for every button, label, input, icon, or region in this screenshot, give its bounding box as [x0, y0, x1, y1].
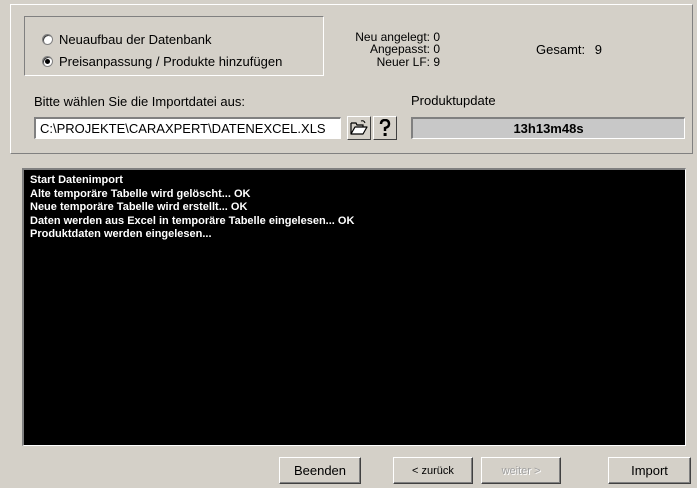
product-update-progress: 13h13m48s [411, 117, 685, 139]
product-update-label: Produktupdate [411, 93, 496, 108]
stat-total: Gesamt: 9 [536, 42, 602, 57]
stat-adjusted-value: 0 [433, 42, 441, 56]
log-line: Neue temporäre Tabelle wird erstellt... … [30, 201, 248, 213]
stat-total-value: 9 [594, 42, 602, 57]
stat-total-label: Gesamt: [536, 42, 586, 57]
log-line: Start Datenimport [30, 174, 123, 186]
exit-button[interactable]: Beenden [279, 457, 361, 484]
import-log-console[interactable]: Start Datenimport Alte temporäre Tabelle… [22, 168, 686, 446]
radio-price-adjustment[interactable]: Preisanpassung / Produkte hinzufügen [42, 52, 282, 70]
radio-price-label: Preisanpassung / Produkte hinzufügen [59, 53, 283, 69]
stat-newlf-label: Neuer LF: [376, 55, 430, 69]
browse-file-button[interactable] [347, 116, 371, 140]
help-button[interactable] [373, 116, 397, 140]
log-line: Daten werden aus Excel in temporäre Tabe… [30, 214, 355, 227]
radio-rebuild-database[interactable]: Neuaufbau der Datenbank [42, 30, 212, 48]
import-file-path-input[interactable]: C:\PROJEKTE\CARAXPERT\DATENEXCEL.XLS [34, 117, 341, 139]
import-button[interactable]: Import [608, 457, 691, 484]
radio-button[interactable] [42, 55, 53, 67]
stat-new-lf: Neuer LF: 9 [318, 56, 440, 68]
radio-rebuild-label: Neuaufbau der Datenbank [59, 31, 212, 47]
folder-open-icon [350, 120, 368, 135]
radio-button[interactable] [42, 33, 53, 45]
elapsed-time: 13h13m48s [513, 121, 584, 136]
stat-newlf-value: 9 [433, 55, 441, 69]
stat-adjusted: Angepasst: 0 [318, 43, 440, 55]
import-file-label: Bitte wählen Sie die Importdatei aus: [34, 94, 246, 109]
log-line: Alte temporäre Tabelle wird gelöscht... … [30, 187, 251, 200]
log-line: Produktdaten werden eingelesen... [30, 228, 212, 240]
next-button[interactable]: weiter > [481, 457, 561, 484]
question-mark-icon [379, 119, 391, 136]
stat-adjusted-label: Angepasst: [369, 42, 430, 56]
back-button[interactable]: < zurück [393, 457, 473, 484]
